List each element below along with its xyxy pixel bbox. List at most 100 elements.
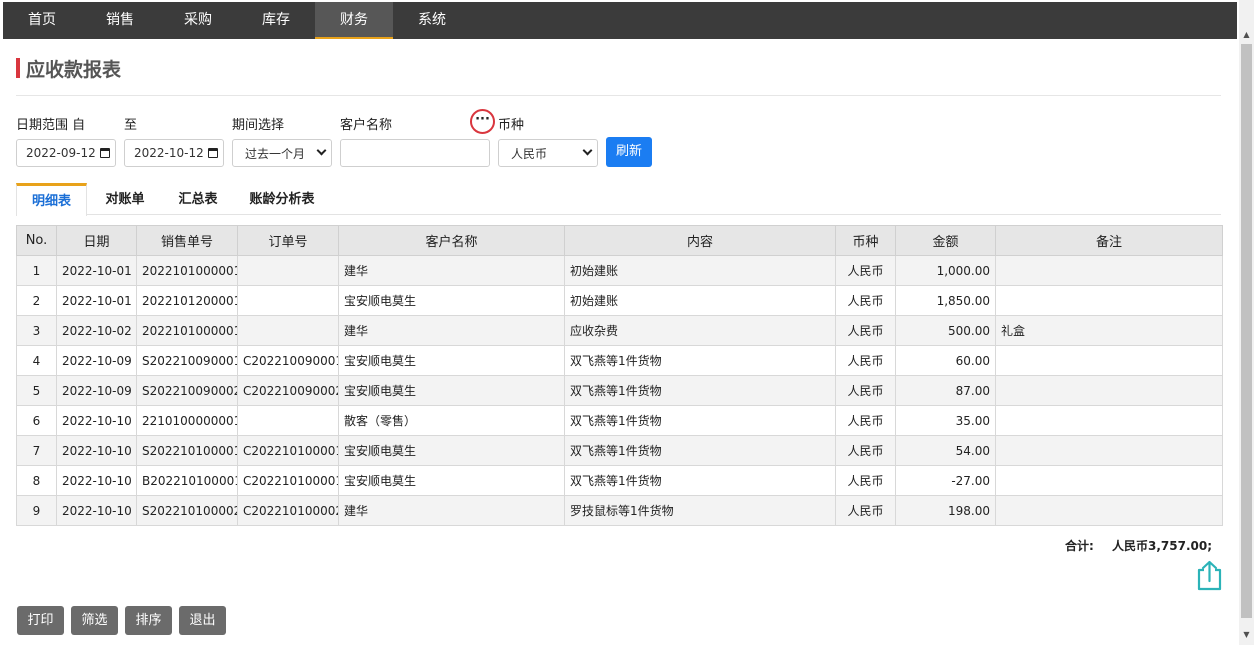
column-header-amount[interactable]: 金额 <box>895 225 996 256</box>
chevron-down-icon <box>582 145 593 156</box>
cell-customer: 散客（零售） <box>338 405 565 436</box>
calendar-icon[interactable] <box>207 148 218 158</box>
cell-date: 2022-10-10 <box>56 465 137 496</box>
page-title: 应收款报表 <box>26 58 122 81</box>
period-select-value: 过去一个月 <box>245 146 306 161</box>
cell-amount: 54.00 <box>895 435 996 466</box>
nav-item-sales[interactable]: 销售 <box>81 2 159 39</box>
sort-button[interactable]: 排序 <box>125 606 172 635</box>
column-header-currency[interactable]: 币种 <box>835 225 896 256</box>
exit-button[interactable]: 退出 <box>179 606 226 635</box>
currency-select-value: 人民币 <box>511 146 548 161</box>
tab-aging-analysis[interactable]: 账龄分析表 <box>242 183 322 215</box>
print-button[interactable]: 打印 <box>17 606 64 635</box>
calendar-icon[interactable] <box>99 148 110 158</box>
cell-customer: 宝安顺电莫生 <box>338 345 565 376</box>
cell-content: 双飞燕等1件货物 <box>564 375 836 406</box>
table-row[interactable]: 9 2022-10-10 S202210100002 C202210100002… <box>16 495 1223 526</box>
cell-customer: 宝安顺电莫生 <box>338 375 565 406</box>
cell-customer: 建华 <box>338 315 565 346</box>
customer-picker-more-button[interactable]: ··· <box>470 109 495 134</box>
table-row[interactable]: 3 2022-10-02 2022101000001 建华 应收杂费 人民币 5… <box>16 315 1223 346</box>
cell-sales-no: S202210090001 <box>136 345 238 376</box>
back-to-top-icon[interactable] <box>1196 559 1223 591</box>
cell-currency: 人民币 <box>835 315 896 346</box>
cell-date: 2022-10-01 <box>56 285 137 316</box>
currency-select[interactable]: 人民币 <box>498 139 598 167</box>
cell-amount: 87.00 <box>895 375 996 406</box>
title-accent-bar <box>16 58 20 78</box>
cell-amount: -27.00 <box>895 465 996 496</box>
cell-no: 5 <box>16 375 57 406</box>
column-header-date[interactable]: 日期 <box>56 225 137 256</box>
cell-no: 7 <box>16 435 57 466</box>
date-to-label: 至 <box>124 118 138 133</box>
cell-amount: 35.00 <box>895 405 996 436</box>
cell-content: 双飞燕等1件货物 <box>564 345 836 376</box>
scrollbar-thumb[interactable] <box>1241 44 1252 618</box>
cell-sales-no: S202210100002 <box>136 495 238 526</box>
cell-order-no <box>237 405 339 436</box>
cell-content: 双飞燕等1件货物 <box>564 405 836 436</box>
filter-button[interactable]: 筛选 <box>71 606 118 635</box>
cell-no: 6 <box>16 405 57 436</box>
table-row[interactable]: 4 2022-10-09 S202210090001 C202210090001… <box>16 345 1223 376</box>
column-header-content[interactable]: 内容 <box>564 225 836 256</box>
column-header-no[interactable]: No. <box>16 225 57 256</box>
cell-date: 2022-10-10 <box>56 495 137 526</box>
tab-summary[interactable]: 汇总表 <box>168 183 228 215</box>
table-row[interactable]: 1 2022-10-01 2022101000001 建华 初始建账 人民币 1… <box>16 255 1223 286</box>
date-from-label: 日期范围 自 <box>16 118 86 133</box>
cell-content: 双飞燕等1件货物 <box>564 465 836 496</box>
cell-customer: 宝安顺电莫生 <box>338 285 565 316</box>
table-row[interactable]: 5 2022-10-09 S202210090002 C202210090002… <box>16 375 1223 406</box>
nav-item-system[interactable]: 系统 <box>393 2 471 39</box>
customer-label: 客户名称 <box>340 118 393 133</box>
scroll-up-icon[interactable]: ▲ <box>1239 28 1254 42</box>
cell-no: 8 <box>16 465 57 496</box>
date-to-input[interactable]: 2022-10-12 <box>124 139 224 167</box>
cell-currency: 人民币 <box>835 465 896 496</box>
cell-date: 2022-10-10 <box>56 405 137 436</box>
nav-item-inventory[interactable]: 库存 <box>237 2 315 39</box>
cell-amount: 198.00 <box>895 495 996 526</box>
receivables-table: No. 日期 销售单号 订单号 客户名称 内容 币种 金额 备注 1 2022-… <box>16 225 1223 526</box>
cell-content: 应收杂费 <box>564 315 836 346</box>
cell-amount: 60.00 <box>895 345 996 376</box>
cell-amount: 1,850.00 <box>895 285 996 316</box>
customer-input[interactable] <box>340 139 490 167</box>
cell-sales-no: 2210100000001 <box>136 405 238 436</box>
cell-no: 2 <box>16 285 57 316</box>
table-row[interactable]: 6 2022-10-10 2210100000001 散客（零售） 双飞燕等1件… <box>16 405 1223 436</box>
column-header-order-no[interactable]: 订单号 <box>237 225 339 256</box>
nav-item-home[interactable]: 首页 <box>3 2 81 39</box>
vertical-scrollbar[interactable]: ▲ ▼ <box>1239 0 1254 645</box>
nav-item-purchase[interactable]: 采购 <box>159 2 237 39</box>
cell-order-no: C202210100001 <box>237 435 339 466</box>
table-row[interactable]: 2 2022-10-01 2022101200001 宝安顺电莫生 初始建账 人… <box>16 285 1223 316</box>
cell-remark <box>995 435 1223 466</box>
date-from-input[interactable]: 2022-09-12 <box>16 139 116 167</box>
cell-no: 4 <box>16 345 57 376</box>
cell-remark <box>995 285 1223 316</box>
report-tabs: 明细表 对账单 汇总表 账龄分析表 <box>16 183 1221 216</box>
scroll-down-icon[interactable]: ▼ <box>1239 628 1254 642</box>
table-row[interactable]: 8 2022-10-10 B202210100001 C202210100001… <box>16 465 1223 496</box>
column-header-customer[interactable]: 客户名称 <box>338 225 565 256</box>
period-select[interactable]: 过去一个月 <box>232 139 332 167</box>
column-header-remark[interactable]: 备注 <box>995 225 1223 256</box>
nav-item-finance[interactable]: 财务 <box>315 2 393 39</box>
refresh-button[interactable]: 刷新 <box>606 137 652 167</box>
tab-detail[interactable]: 明细表 <box>16 183 87 216</box>
cell-currency: 人民币 <box>835 375 896 406</box>
column-header-sales-no[interactable]: 销售单号 <box>136 225 238 256</box>
cell-content: 双飞燕等1件货物 <box>564 435 836 466</box>
cell-no: 3 <box>16 315 57 346</box>
cell-currency: 人民币 <box>835 285 896 316</box>
tab-statement[interactable]: 对账单 <box>95 183 155 215</box>
cell-no: 1 <box>16 255 57 286</box>
table-row[interactable]: 7 2022-10-10 S202210100001 C202210100001… <box>16 435 1223 466</box>
cell-date: 2022-10-09 <box>56 375 137 406</box>
chevron-down-icon <box>316 145 327 156</box>
cell-order-no: C202210100001 <box>237 465 339 496</box>
